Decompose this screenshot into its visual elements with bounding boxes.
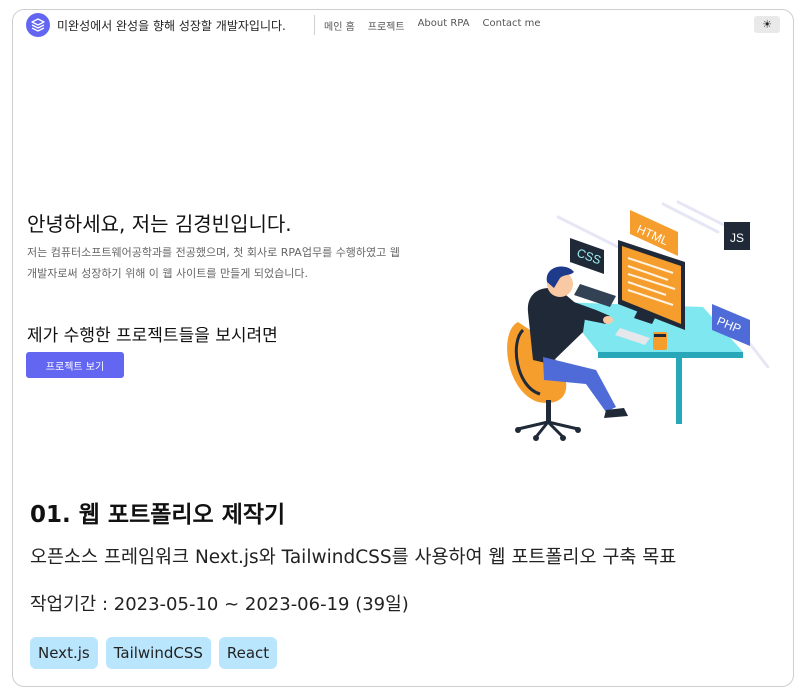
view-projects-button[interactable]: 프로젝트 보기 [26, 352, 124, 378]
project-description: 오픈소스 프레임워크 Next.js와 TailwindCSS를 사용하여 웹 … [30, 547, 677, 568]
project-tags: Next.js TailwindCSS React [30, 637, 278, 669]
project-period: 작업기간 : 2023-05-10 ~ 2023-06-19 (39일) [30, 594, 409, 615]
hero-heading: 안녕하세요, 저는 김경빈입니다. [27, 212, 292, 236]
theme-toggle-button[interactable]: ☀ [754, 16, 780, 33]
logo[interactable] [26, 13, 50, 37]
css-tag: CSS [570, 238, 604, 274]
js-tag: JS [724, 222, 750, 250]
hero-description: 저는 컴퓨터소프트웨어공학과를 전공했으며, 첫 회사로 RPA업무를 수행하였… [27, 246, 400, 280]
nav-link-about-rpa[interactable]: About RPA [418, 18, 470, 33]
browser-frame: 미완성에서 완성을 향해 성장할 개발자입니다. 메인 홈 프로젝트 About… [12, 9, 794, 687]
main-nav: 메인 홈 프로젝트 About RPA Contact me [324, 18, 541, 33]
hero-subheading: 제가 수행한 프로젝트들을 보시려면 [27, 326, 278, 346]
developer-figure [527, 288, 586, 364]
nav-link-contact[interactable]: Contact me [483, 18, 541, 33]
developer-illustration: HTML JS CSS PHP [507, 200, 770, 441]
site-title[interactable]: 미완성에서 완성을 향해 성장할 개발자입니다. [57, 17, 286, 34]
tag-tailwindcss: TailwindCSS [105, 637, 211, 669]
tag-react: React [218, 637, 278, 669]
nav-link-projects[interactable]: 프로젝트 [368, 18, 405, 33]
project-title: 01. 웹 포트폴리오 제작기 [30, 502, 286, 528]
svg-text:JS: JS [730, 231, 744, 245]
nav-divider [314, 15, 315, 35]
layers-icon [31, 18, 45, 32]
nav-link-home[interactable]: 메인 홈 [324, 18, 355, 33]
sun-icon: ☀ [762, 18, 772, 31]
tag-nextjs: Next.js [30, 637, 98, 669]
top-navbar: 미완성에서 완성을 향해 성장할 개발자입니다. 메인 홈 프로젝트 About… [13, 10, 793, 40]
